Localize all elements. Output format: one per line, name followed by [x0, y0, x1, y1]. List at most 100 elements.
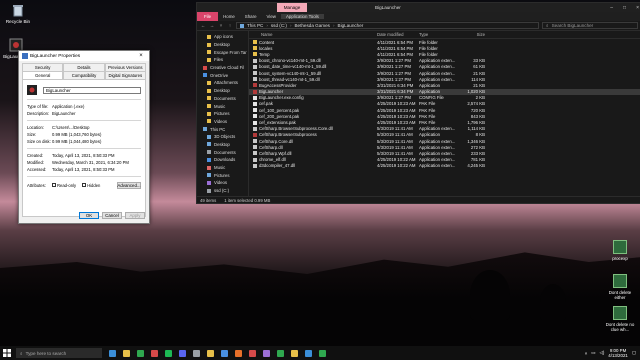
search-box[interactable]: ⌕ Search BigLauncher: [542, 22, 638, 29]
sidebar-item[interactable]: Creative Cloud Fil: [197, 64, 248, 72]
selection-info: 1 item selected 0.99 MB: [224, 198, 271, 203]
sidebar-item[interactable]: Desktop: [197, 41, 248, 49]
taskbar-app-button[interactable]: [288, 347, 300, 359]
hidden-checkbox[interactable]: [82, 183, 87, 187]
taskbar-app-button[interactable]: [190, 347, 202, 359]
table-row[interactable]: d3dcompiler_47.dll 4/25/2019 10:22 AM Appl…: [249, 163, 640, 169]
taskbar-app-button[interactable]: [302, 347, 314, 359]
notifications-icon[interactable]: ▢: [632, 350, 636, 356]
tab-file[interactable]: File: [197, 12, 219, 21]
sidebar-item[interactable]: App icons: [197, 33, 248, 41]
readonly-checkbox[interactable]: [52, 183, 56, 187]
sidebar-item[interactable]: Files: [197, 56, 248, 64]
tab-manage[interactable]: Manage: [277, 3, 307, 12]
desktop-icon-recycle-bin[interactable]: Recycle Bin: [2, 3, 34, 24]
column-size[interactable]: Size: [457, 32, 485, 37]
sidebar-item[interactable]: Downloads: [197, 156, 248, 164]
taskbar-app-button[interactable]: [260, 347, 272, 359]
breadcrumb-ssd[interactable]: ssd (C:): [271, 23, 287, 28]
sidebar-item-label: OneDrive: [210, 72, 229, 78]
sidebar-item[interactable]: Videos: [197, 118, 248, 126]
sidebar-item[interactable]: Documents: [197, 148, 248, 156]
desktop-icon-dont-delete-either[interactable]: Dont delete either: [603, 274, 637, 300]
column-name[interactable]: Name: [249, 32, 377, 37]
advanced-button[interactable]: Advanced...: [117, 181, 141, 189]
file-size: 2,574 KB: [467, 101, 485, 107]
explorer-titlebar[interactable]: Manage BigLauncher – □ ×: [197, 3, 640, 12]
sidebar-item[interactable]: ssd (C:): [197, 187, 248, 195]
desktop-icon-procexp[interactable]: procexp: [603, 240, 637, 261]
close-button[interactable]: ×: [636, 5, 639, 11]
tab-digital-signatures[interactable]: Digital Signatures: [104, 71, 146, 79]
back-arrow-icon[interactable]: ←: [200, 23, 206, 28]
sidebar-item-label: Documents: [214, 95, 236, 101]
chevron-up-icon[interactable]: ˄: [585, 351, 588, 356]
column-type[interactable]: Type: [419, 32, 457, 37]
chevron-down-icon[interactable]: ˅: [218, 23, 224, 28]
sidebar-item[interactable]: Escape From Tar: [197, 48, 248, 56]
up-arrow-icon[interactable]: ↑: [227, 23, 233, 28]
address-bar[interactable]: This PC › ssd (C:) › Bethesda Games › BigLa…: [236, 22, 539, 29]
sidebar-item[interactable]: Documents: [197, 95, 248, 103]
sidebar-item[interactable]: OneDrive: [197, 71, 248, 79]
column-date-modified[interactable]: Date modified: [377, 32, 419, 37]
taskbar-app-button[interactable]: [134, 347, 146, 359]
tab-compatibility[interactable]: Compatibility: [63, 71, 105, 79]
sidebar-item[interactable]: 3D Objects: [197, 133, 248, 141]
breadcrumb-this-pc[interactable]: This PC: [247, 23, 263, 28]
sidebar-item[interactable]: Videos: [197, 179, 248, 187]
folder-icon: [203, 65, 207, 70]
folder-icon: [207, 96, 211, 101]
clock[interactable]: 9:00 PM 4/13/2021: [608, 348, 628, 358]
tab-details[interactable]: Details: [63, 63, 105, 71]
taskbar-app-button[interactable]: [316, 347, 328, 359]
forward-arrow-icon[interactable]: →: [209, 23, 215, 28]
close-button[interactable]: ×: [136, 53, 146, 59]
tab-share[interactable]: Share: [240, 14, 262, 19]
volume-icon[interactable]: ◁): [599, 350, 604, 356]
taskbar-app-button[interactable]: [162, 347, 174, 359]
sidebar-item[interactable]: Music: [197, 102, 248, 110]
network-icon[interactable]: ▭: [591, 350, 595, 356]
file-date: 4/25/2019 10:23 AM: [377, 120, 416, 126]
file-date: 3/31/2021 6:34 PM: [377, 82, 414, 88]
taskbar-app-button[interactable]: [204, 347, 216, 359]
sidebar-item[interactable]: Pictures: [197, 110, 248, 118]
taskbar-app-button[interactable]: [218, 347, 230, 359]
taskbar-app-button[interactable]: [246, 347, 258, 359]
tab-security[interactable]: Security: [22, 63, 64, 71]
file-name-field[interactable]: BigLauncher: [43, 86, 141, 94]
folder-icon: [207, 50, 211, 55]
taskbar-app-button[interactable]: [232, 347, 244, 359]
maximize-button[interactable]: □: [623, 5, 626, 11]
start-button[interactable]: [0, 346, 14, 360]
breadcrumb-bethesda-games[interactable]: Bethesda Games: [294, 23, 330, 28]
tab-previous-versions[interactable]: Previous Versions: [104, 63, 146, 71]
dialog-titlebar[interactable]: BigLauncher Properties ×: [19, 51, 149, 61]
tab-application-tools[interactable]: Application Tools: [280, 14, 324, 19]
sidebar-item[interactable]: Attachments: [197, 79, 248, 87]
taskbar-app-button[interactable]: [274, 347, 286, 359]
file-date: 5/3/2019 11:41 AM: [377, 138, 413, 144]
ok-button[interactable]: OK: [79, 212, 99, 219]
taskbar-app-button[interactable]: [120, 347, 132, 359]
taskbar-app-button[interactable]: [176, 347, 188, 359]
apply-button[interactable]: Apply: [125, 212, 145, 219]
prop-label: Created:: [27, 153, 44, 158]
file-type: Application exten...: [419, 58, 456, 64]
taskbar-app-button[interactable]: [106, 347, 118, 359]
sidebar-item[interactable]: Music: [197, 164, 248, 172]
minimize-button[interactable]: –: [610, 5, 613, 11]
taskbar-app-button[interactable]: [148, 347, 160, 359]
tab-home[interactable]: Home: [218, 14, 240, 19]
cancel-button[interactable]: Cancel: [102, 212, 122, 219]
sidebar-item[interactable]: Desktop: [197, 87, 248, 95]
taskbar-search[interactable]: ⌕ Type here to search: [16, 348, 102, 358]
sidebar-item[interactable]: This PC: [197, 125, 248, 133]
desktop-icon-dont-delete-no-clue[interactable]: Dont delete no clue wh...: [603, 306, 637, 332]
tab-general[interactable]: General: [22, 71, 64, 79]
tab-view[interactable]: View: [262, 14, 281, 19]
sidebar-item[interactable]: Pictures: [197, 171, 248, 179]
sidebar-item[interactable]: Desktop: [197, 141, 248, 149]
breadcrumb-biglauncher[interactable]: BigLauncher: [338, 23, 364, 28]
